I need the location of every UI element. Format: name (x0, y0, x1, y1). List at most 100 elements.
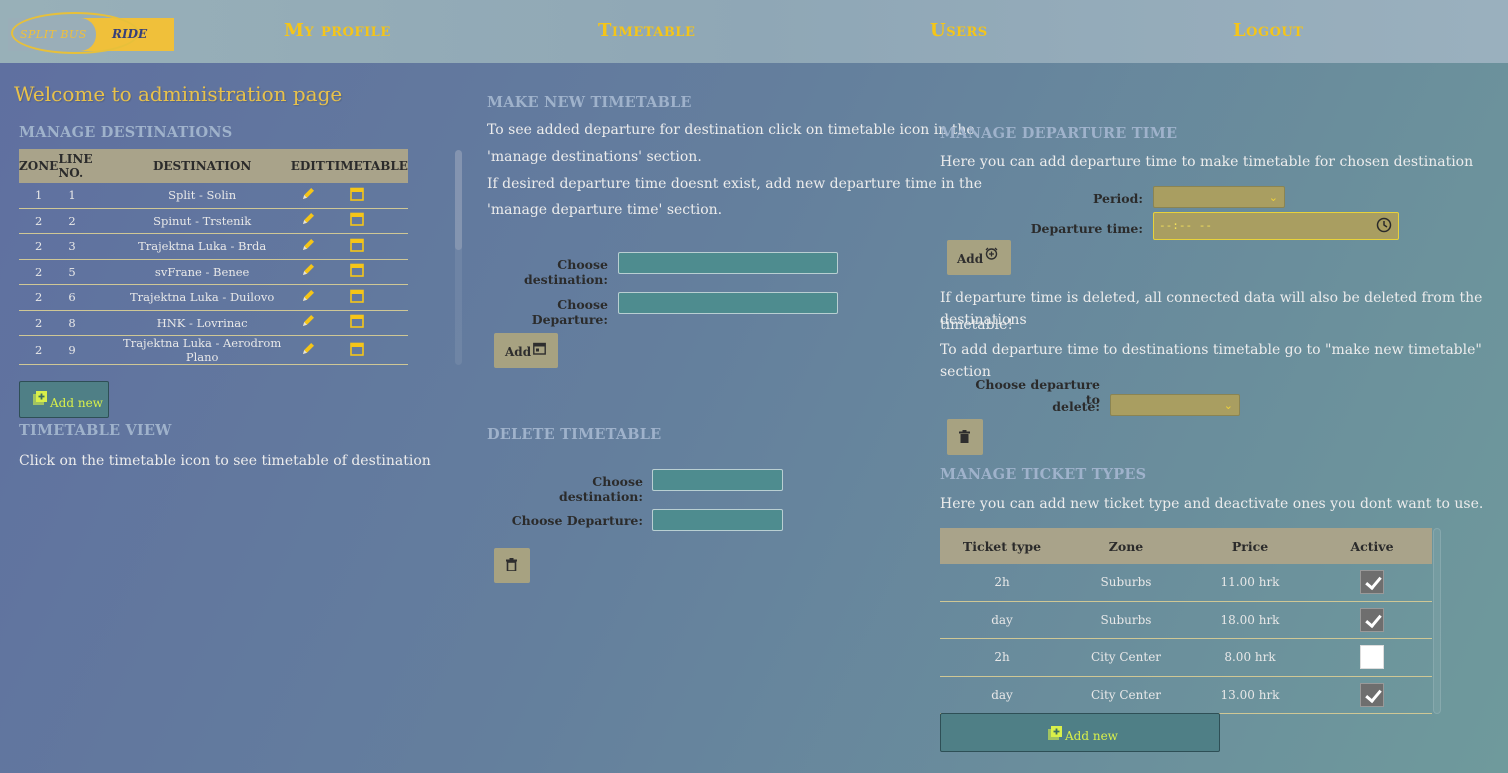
site-logo[interactable]: SPLIT BUS RIDE (8, 12, 174, 54)
timetable-calendar-icon[interactable] (349, 238, 364, 252)
edit-pencil-icon[interactable] (300, 262, 316, 278)
scrollbar-thumb[interactable] (455, 150, 462, 250)
row-timetable (325, 259, 408, 285)
edit-pencil-icon[interactable] (300, 288, 316, 304)
ticket-table-scrollbar[interactable] (1433, 528, 1441, 714)
timetable-view-title: TIMETABLE VIEW (19, 422, 172, 439)
row-timetable (325, 310, 408, 336)
ticket-zone: City Center (1064, 676, 1188, 714)
ticket-type: 2h (940, 564, 1064, 602)
departure-time-title: MANAGE DEPARTURE TIME (940, 125, 1178, 142)
timetable-calendar-icon[interactable] (349, 187, 364, 201)
ticket-active (1312, 564, 1432, 602)
delete-departure-time-label-2: delete: (1052, 399, 1100, 414)
table-row: 2 5 svFrane - Benee (19, 259, 408, 285)
period-label: Period: (1092, 191, 1143, 206)
departure-add-label: Add (957, 252, 984, 266)
edit-pencil-icon[interactable] (300, 211, 316, 227)
table-row: 2 6 Trajektna Luka - Duilovo (19, 284, 408, 311)
logo-text-left: SPLIT BUS (20, 28, 87, 41)
make-timetable-add-button[interactable]: Add (494, 333, 558, 368)
ticket-price: 11.00 hrk (1188, 564, 1312, 602)
edit-pencil-icon[interactable] (300, 341, 316, 357)
ticket-types-table: Ticket type Zone Price Active 2h Suburbs 1… (940, 528, 1432, 714)
edit-pencil-icon[interactable] (300, 237, 316, 253)
row-destination: HNK - Lovrinac (114, 310, 290, 336)
departure-warning-1: If departure time is deleted, all connec… (940, 290, 1483, 328)
active-checkbox[interactable] (1360, 607, 1384, 632)
nav-my-profile[interactable]: My profile (284, 20, 391, 41)
add-destination-button[interactable]: Add new (19, 381, 109, 418)
ticket-type: 2h (940, 638, 1064, 677)
row-zone: 2 (19, 310, 59, 336)
nav-users[interactable]: Users (930, 20, 988, 41)
page-title: Welcome to administration page (14, 82, 343, 106)
make-destination-label: Choose destination: (523, 257, 608, 287)
make-timetable-add-label: Add (505, 345, 532, 359)
edit-pencil-icon[interactable] (300, 313, 316, 329)
row-edit (289, 310, 326, 336)
delete-departure-label: Choose Departure: (511, 513, 643, 528)
destinations-scrollbar[interactable] (455, 150, 462, 365)
make-destination-select[interactable] (618, 252, 838, 274)
delete-timetable-button[interactable] (494, 548, 530, 583)
row-timetable (325, 233, 408, 260)
chevron-down-icon: ⌄ (1268, 191, 1278, 204)
timetable-calendar-icon[interactable] (349, 314, 364, 329)
add-ticket-type-button[interactable]: Add new (940, 713, 1220, 752)
period-select[interactable]: ⌄ (1153, 186, 1285, 208)
make-timetable-line1: To see added departure for destination c… (487, 122, 975, 138)
clock-icon[interactable] (1376, 217, 1392, 233)
row-edit (289, 284, 326, 311)
row-line: 5 (58, 259, 115, 285)
nav-timetable[interactable]: Timetable (598, 20, 695, 41)
timetable-calendar-icon[interactable] (349, 263, 364, 278)
delete-departure-select[interactable] (652, 509, 783, 531)
make-departure-select[interactable] (618, 292, 838, 314)
timetable-calendar-icon[interactable] (349, 342, 364, 356)
chevron-down-icon: ⌄ (1223, 399, 1233, 412)
delete-departure-time-select[interactable]: ⌄ (1110, 394, 1240, 416)
make-timetable-line2: 'manage destinations' section. (487, 149, 702, 165)
row-line: 9 (58, 335, 115, 365)
make-timetable-line3: If desired departure time doesnt exist, … (487, 176, 982, 192)
ticket-zone: Suburbs (1064, 564, 1188, 602)
add-destination-label: Add new (50, 396, 103, 410)
active-checkbox[interactable] (1360, 682, 1384, 707)
destinations-header-row: ZONE LINE NO. DESTINATION EDIT TIMETABLE (19, 149, 408, 183)
ticket-active (1312, 638, 1432, 677)
row-line: 3 (58, 233, 115, 260)
edit-pencil-icon[interactable] (300, 186, 316, 202)
col-ticket-active: Active (1312, 528, 1432, 564)
col-ticket-zone: Zone (1064, 528, 1188, 564)
row-timetable (325, 183, 408, 209)
table-row: 2 3 Trajektna Luka - Brda (19, 233, 408, 260)
alarm-add-icon (985, 247, 998, 260)
table-row: 2 8 HNK - Lovrinac (19, 310, 408, 336)
table-row: 2h Suburbs 11.00 hrk (940, 564, 1432, 602)
row-edit (289, 208, 326, 234)
delete-destination-select[interactable] (652, 469, 783, 491)
departure-add-button[interactable]: Add (947, 240, 1011, 275)
add-box-icon (33, 391, 47, 405)
timetable-calendar-icon[interactable] (349, 212, 364, 227)
ticket-active (1312, 601, 1432, 639)
table-row: day City Center 13.00 hrk (940, 676, 1432, 714)
col-destination: DESTINATION (114, 149, 290, 183)
row-timetable (325, 208, 408, 234)
col-edit: EDIT (289, 149, 326, 183)
timetable-calendar-icon[interactable] (349, 289, 364, 303)
delete-departure-time-button[interactable] (947, 419, 983, 455)
ticket-header-row: Ticket type Zone Price Active (940, 528, 1432, 564)
add-box-icon (1048, 726, 1062, 740)
row-zone: 2 (19, 259, 59, 285)
departure-warning-2: timetable! (940, 317, 1013, 333)
nav-logout[interactable]: Logout (1233, 20, 1303, 41)
add-ticket-type-label: Add new (1065, 729, 1118, 743)
active-checkbox[interactable] (1360, 645, 1384, 670)
row-line: 6 (58, 284, 115, 311)
departure-time-input[interactable]: --:-- -- (1153, 212, 1399, 240)
make-timetable-line4: 'manage departure time' section. (487, 202, 723, 218)
row-zone: 2 (19, 284, 59, 311)
active-checkbox[interactable] (1360, 570, 1384, 595)
